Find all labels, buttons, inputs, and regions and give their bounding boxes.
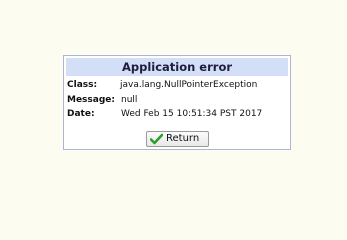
class-label: Class:	[67, 80, 98, 90]
dialog-title: Application error	[66, 58, 288, 76]
message-label: Message:	[67, 95, 115, 105]
error-dialog: Application error Class: java.lang.NullP…	[63, 55, 291, 150]
return-button[interactable]: Return	[146, 131, 209, 147]
checkmark-icon	[149, 133, 164, 145]
return-label: Return	[166, 133, 200, 144]
date-label: Date:	[67, 109, 95, 119]
date-value: Wed Feb 15 10:51:34 PST 2017	[121, 109, 263, 119]
class-value: java.lang.NullPointerException	[120, 80, 258, 90]
message-value: null	[121, 95, 138, 105]
